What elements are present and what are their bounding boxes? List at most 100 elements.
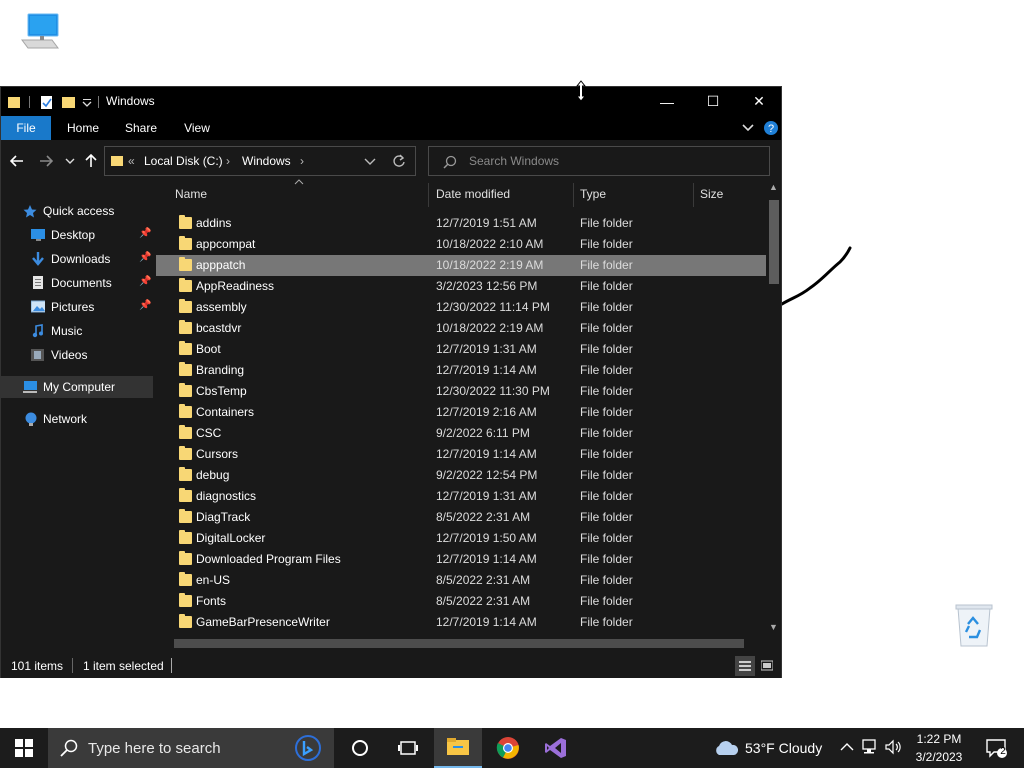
details-view-button[interactable]: [735, 656, 755, 676]
file-type: File folder: [580, 447, 633, 461]
file-name: appcompat: [196, 237, 256, 251]
cloud-icon[interactable]: [712, 739, 740, 757]
table-row[interactable]: appcompat 10/18/2022 2:10 AM File folder: [156, 234, 766, 255]
breadcrumb-overflow[interactable]: «: [128, 154, 135, 168]
search-input[interactable]: Search Windows: [469, 154, 559, 168]
table-row[interactable]: Fonts 8/5/2022 2:31 AM File folder: [156, 591, 766, 612]
taskbar-search-box[interactable]: Type here to search: [48, 728, 334, 768]
scroll-down-icon[interactable]: ▼: [769, 622, 778, 632]
table-row[interactable]: debug 9/2/2022 12:54 PM File folder: [156, 465, 766, 486]
breadcrumb-windows[interactable]: Windows: [242, 154, 291, 168]
vertical-scroll-thumb[interactable]: [769, 200, 779, 284]
task-view-button[interactable]: [386, 728, 430, 768]
table-row[interactable]: assembly 12/30/2022 11:14 PM File folder: [156, 297, 766, 318]
show-hidden-icons-icon[interactable]: [840, 741, 854, 753]
column-divider[interactable]: [573, 183, 574, 207]
nav-pictures[interactable]: Pictures 📌: [1, 296, 153, 318]
refresh-icon[interactable]: [392, 154, 406, 168]
new-folder-quick-icon[interactable]: [61, 94, 77, 110]
this-pc-desktop-icon[interactable]: [18, 12, 62, 54]
breadcrumb-separator[interactable]: ›: [300, 154, 304, 168]
horizontal-scroll-thumb[interactable]: [174, 639, 744, 648]
table-row[interactable]: Cursors 12/7/2019 1:14 AM File folder: [156, 444, 766, 465]
file-type: File folder: [580, 552, 633, 566]
table-row[interactable]: addins 12/7/2019 1:51 AM File folder: [156, 213, 766, 234]
table-row[interactable]: DiagTrack 8/5/2022 2:31 AM File folder: [156, 507, 766, 528]
table-row[interactable]: GameBarPresenceWriter 12/7/2019 1:14 AM Fi…: [156, 612, 766, 633]
vertical-scrollbar[interactable]: ▲ ▼: [766, 180, 781, 636]
nav-videos[interactable]: Videos: [1, 344, 153, 366]
address-bar[interactable]: « Local Disk (C:) › Windows ›: [104, 146, 416, 176]
folder-icon: [179, 299, 192, 313]
back-button[interactable]: [6, 150, 28, 172]
file-date-modified: 10/18/2022 2:19 AM: [436, 321, 544, 335]
details-view-icon: [739, 661, 751, 671]
nav-music[interactable]: Music: [1, 320, 153, 342]
column-header-date[interactable]: Date modified: [436, 180, 510, 208]
bing-icon[interactable]: [294, 734, 322, 762]
minimize-button[interactable]: —: [644, 87, 690, 116]
help-icon[interactable]: ?: [763, 120, 779, 136]
table-row[interactable]: Boot 12/7/2019 1:31 AM File folder: [156, 339, 766, 360]
tab-file[interactable]: File: [1, 116, 51, 140]
table-row[interactable]: bcastdvr 10/18/2022 2:19 AM File folder: [156, 318, 766, 339]
column-header-name[interactable]: Name: [175, 180, 207, 208]
forward-button[interactable]: [35, 150, 57, 172]
nav-my-computer[interactable]: My Computer: [1, 376, 153, 398]
taskbar-visual-studio[interactable]: [534, 728, 578, 768]
table-row[interactable]: Downloaded Program Files 12/7/2019 1:14 A…: [156, 549, 766, 570]
tab-view[interactable]: View: [175, 116, 219, 140]
table-row[interactable]: diagnostics 12/7/2019 1:31 AM File folder: [156, 486, 766, 507]
network-tray-icon[interactable]: [862, 739, 880, 755]
taskbar-chrome[interactable]: [486, 728, 530, 768]
table-row[interactable]: DigitalLocker 12/7/2019 1:50 AM File folde…: [156, 528, 766, 549]
file-type: File folder: [580, 489, 633, 503]
large-icons-view-button[interactable]: [757, 656, 777, 676]
cortana-button[interactable]: [338, 728, 382, 768]
action-center-button[interactable]: 2: [976, 728, 1016, 768]
weather-text[interactable]: 53°F Cloudy: [745, 740, 822, 756]
nav-quick-access[interactable]: Quick access: [1, 200, 153, 222]
taskbar-search-input[interactable]: Type here to search: [88, 740, 221, 757]
recycle-bin-icon[interactable]: [952, 602, 996, 648]
breadcrumb-separator[interactable]: ›: [226, 154, 230, 168]
table-row[interactable]: CSC 9/2/2022 6:11 PM File folder: [156, 423, 766, 444]
column-divider[interactable]: [428, 183, 429, 207]
maximize-button[interactable]: ☐: [690, 87, 736, 116]
volume-icon[interactable]: [885, 739, 903, 755]
table-row[interactable]: CbsTemp 12/30/2022 11:30 PM File folder: [156, 381, 766, 402]
table-row[interactable]: en-US 8/5/2022 2:31 AM File folder: [156, 570, 766, 591]
close-button[interactable]: ✕: [736, 87, 782, 116]
table-row[interactable]: Containers 12/7/2019 2:16 AM File folder: [156, 402, 766, 423]
windows-logo-icon: [15, 739, 33, 757]
tab-share[interactable]: Share: [117, 116, 165, 140]
address-dropdown-icon[interactable]: [364, 157, 376, 167]
start-button[interactable]: [0, 728, 48, 768]
column-header-size[interactable]: Size: [700, 180, 723, 208]
taskbar-file-explorer[interactable]: [434, 728, 482, 768]
file-name: Containers: [196, 405, 255, 419]
properties-quick-icon[interactable]: [39, 94, 55, 110]
search-box[interactable]: Search Windows: [428, 146, 770, 176]
nav-downloads[interactable]: Downloads 📌: [1, 248, 153, 270]
tab-home[interactable]: Home: [57, 116, 109, 140]
table-row[interactable]: AppReadiness 3/2/2023 12:56 PM File folder: [156, 276, 766, 297]
chevron-down-icon: [65, 158, 75, 164]
nav-desktop[interactable]: Desktop 📌: [1, 224, 153, 246]
clock-time[interactable]: 1:22 PM: [909, 732, 969, 746]
recent-locations-button[interactable]: [59, 150, 81, 172]
column-header-type[interactable]: Type: [580, 180, 606, 208]
horizontal-scrollbar[interactable]: [156, 636, 766, 650]
breadcrumb-local-disk[interactable]: Local Disk (C:): [144, 154, 223, 168]
nav-documents[interactable]: Documents 📌: [1, 272, 153, 294]
nav-network[interactable]: Network: [1, 408, 153, 430]
table-row[interactable]: apppatch 10/18/2022 2:19 AM File folder: [156, 255, 766, 276]
expand-ribbon-icon[interactable]: [741, 123, 755, 133]
title-bar[interactable]: Windows — ☐ ✕: [1, 87, 781, 116]
scroll-up-icon[interactable]: ▲: [769, 182, 778, 192]
up-button[interactable]: [80, 150, 102, 172]
table-row[interactable]: Branding 12/7/2019 1:14 AM File folder: [156, 360, 766, 381]
clock-date[interactable]: 3/2/2023: [909, 750, 969, 764]
customize-dropdown-icon[interactable]: [81, 94, 93, 110]
column-divider[interactable]: [693, 183, 694, 207]
